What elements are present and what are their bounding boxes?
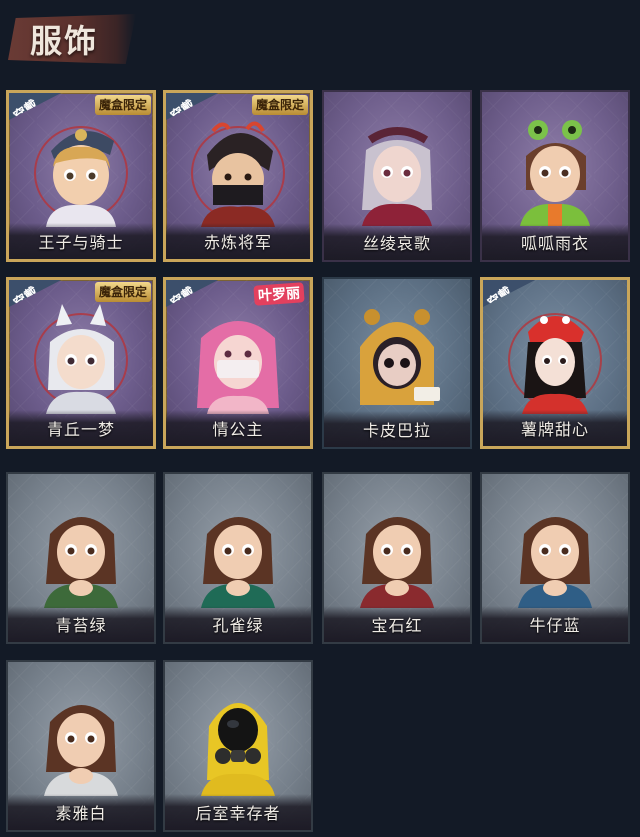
limited-tag: 魔盒限定 — [251, 95, 308, 115]
ruby-red-portrait-icon — [360, 517, 434, 608]
costume-grid: 穿戴 魔盒限定 王子与骑士 穿戴 魔盒限定 赤炼将军 丝绫哀歌 呱呱雨衣 穿戴 … — [0, 0, 640, 837]
peacock-green-portrait-icon — [201, 517, 275, 608]
costume-card-ruby-red[interactable]: 宝石红 — [322, 472, 472, 644]
limited-tag: 魔盒限定 — [94, 95, 151, 115]
costume-card-prince-knight[interactable]: 穿戴 魔盒限定 王子与骑士 — [6, 90, 156, 262]
elegant-white-portrait-icon — [44, 705, 118, 796]
costume-name: 青苔绿 — [55, 616, 107, 635]
costume-name: 后室幸存者 — [195, 804, 281, 823]
costume-card-capybara[interactable]: 卡皮巴拉 — [322, 277, 472, 449]
costume-name: 宝石红 — [371, 616, 423, 635]
costume-card-fox-dream[interactable]: 穿戴 魔盒限定 青丘一梦 — [6, 277, 156, 449]
costume-card-denim-blue[interactable]: 牛仔蓝 — [480, 472, 630, 644]
princess-portrait-icon — [197, 321, 279, 414]
costume-name: 情公主 — [212, 420, 264, 439]
frog-raincoat-portrait-icon — [520, 120, 590, 226]
costume-name: 青丘一梦 — [46, 420, 115, 439]
fox-dream-portrait-icon — [34, 304, 128, 414]
denim-blue-portrait-icon — [518, 517, 592, 608]
costume-card-silk-elegy[interactable]: 丝绫哀歌 — [322, 90, 472, 262]
prince-knight-portrait-icon — [34, 126, 128, 227]
costume-card-peacock-green[interactable]: 孔雀绿 — [163, 472, 313, 644]
collab-tag: 叶罗丽 — [253, 282, 305, 306]
fries-sweetheart-portrait-icon — [508, 313, 602, 414]
costume-name: 薯牌甜心 — [520, 420, 589, 439]
costume-card-red-general[interactable]: 穿戴 魔盒限定 赤炼将军 — [163, 90, 313, 262]
costume-name: 素雅白 — [55, 804, 107, 823]
costume-name: 赤炼将军 — [203, 233, 272, 252]
costume-name: 王子与骑士 — [38, 233, 124, 252]
backrooms-survivor-portrait-icon — [201, 703, 275, 796]
costume-card-frog-raincoat[interactable]: 呱呱雨衣 — [480, 90, 630, 262]
moss-green-portrait-icon — [44, 517, 118, 608]
costume-card-fries-sweetheart[interactable]: 穿戴 薯牌甜心 — [480, 277, 630, 449]
costume-name: 卡皮巴拉 — [362, 421, 431, 440]
red-general-portrait-icon — [191, 121, 285, 227]
capybara-portrait-icon — [360, 309, 440, 405]
costume-card-moss-green[interactable]: 青苔绿 — [6, 472, 156, 644]
silk-elegy-portrait-icon — [362, 127, 432, 226]
limited-tag: 魔盒限定 — [94, 282, 151, 302]
costume-card-princess[interactable]: 穿戴 叶罗丽 情公主 — [163, 277, 313, 449]
costume-name: 呱呱雨衣 — [520, 234, 589, 253]
costume-card-elegant-white[interactable]: 素雅白 — [6, 660, 156, 832]
costume-card-backrooms-survivor[interactable]: 后室幸存者 — [163, 660, 313, 832]
costume-name: 丝绫哀歌 — [362, 234, 431, 253]
costume-name: 孔雀绿 — [212, 616, 264, 635]
costume-name: 牛仔蓝 — [529, 616, 581, 635]
